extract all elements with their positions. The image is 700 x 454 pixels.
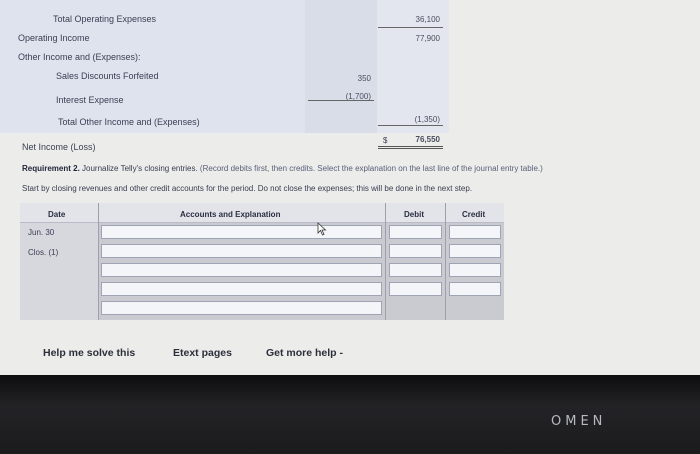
total-operating-expenses-amount: 36,100	[415, 15, 440, 24]
account-input-row-5[interactable]	[101, 301, 382, 315]
amount-column-1	[305, 0, 377, 133]
header-date: Date	[48, 210, 66, 219]
requirement-title: Requirement 2.	[22, 164, 80, 173]
help-me-solve-link[interactable]: Help me solve this	[43, 347, 135, 359]
monitor-brand-logo: OMEN	[551, 414, 607, 429]
debit-input-row-2[interactable]	[389, 244, 442, 258]
header-debit: Debit	[404, 210, 424, 219]
account-input-row-2[interactable]	[101, 244, 382, 258]
account-input-row-1[interactable]	[101, 225, 382, 239]
divider-debit	[445, 203, 446, 320]
interest-expense-label: Interest Expense	[56, 95, 124, 105]
account-input-row-4[interactable]	[101, 282, 382, 296]
net-income-currency: $	[383, 136, 388, 145]
total-operating-expenses-label: Total Operating Expenses	[53, 14, 157, 24]
date-line-2: Clos. (1)	[28, 248, 59, 257]
net-income-label: Net Income (Loss)	[22, 142, 96, 152]
credit-input-row-1[interactable]	[449, 225, 501, 239]
interest-expense-amount: (1,700)	[345, 92, 371, 101]
credit-input-row-2[interactable]	[449, 244, 501, 258]
requirement-note: (Record debits first, then credits. Sele…	[199, 164, 543, 173]
date-line-1: Jun. 30	[28, 228, 55, 237]
mouse-cursor-icon	[317, 222, 327, 236]
date-column	[20, 223, 98, 320]
total-other-label: Total Other Income and (Expenses)	[58, 117, 200, 127]
sales-discounts-amount: 350	[357, 74, 371, 83]
sales-discounts-label: Sales Discounts Forfeited	[56, 71, 159, 81]
operating-income-label: Operating Income	[18, 33, 90, 43]
requirement-instruction: Start by closing revenues and other cred…	[22, 184, 473, 193]
requirement-text: Journalize Telly's closing entries.	[82, 164, 198, 173]
header-credit: Credit	[462, 210, 486, 219]
net-income-double-underline	[378, 146, 443, 149]
operating-income-amount: 77,900	[415, 34, 440, 43]
total-other-amount: (1,350)	[414, 115, 440, 124]
screen: Total Operating Expenses 36,100 Operatin…	[0, 0, 700, 375]
debit-input-row-1[interactable]	[389, 225, 442, 239]
credit-input-row-3[interactable]	[449, 263, 501, 277]
divider-accounts	[385, 203, 386, 320]
divider-date	[98, 203, 99, 320]
debit-input-row-3[interactable]	[389, 263, 442, 277]
etext-pages-link[interactable]: Etext pages	[173, 347, 232, 359]
account-input-row-3[interactable]	[101, 263, 382, 277]
debit-input-row-4[interactable]	[389, 282, 442, 296]
net-income-amount: 76,550	[415, 135, 440, 144]
credit-input-row-4[interactable]	[449, 282, 501, 296]
get-more-help-link[interactable]: Get more help -	[266, 347, 343, 359]
header-accounts: Accounts and Explanation	[180, 210, 281, 219]
other-income-header: Other Income and (Expenses):	[18, 52, 141, 62]
requirement-line: Requirement 2. Journalize Telly's closin…	[22, 164, 543, 173]
